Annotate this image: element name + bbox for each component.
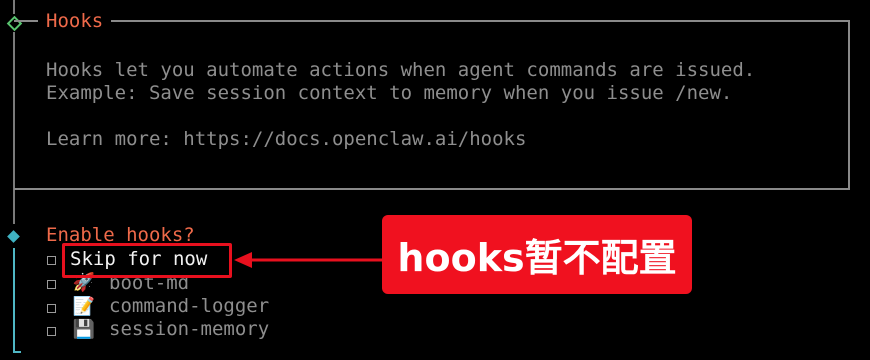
floppy-disk-icon: 💾 — [72, 319, 96, 340]
option-checkbox-command-logger[interactable] — [47, 304, 56, 313]
annotation-callout: hooks暂不配置 — [382, 215, 692, 294]
option-session-memory[interactable]: session-memory — [109, 318, 269, 341]
hooks-panel — [14, 20, 850, 190]
panel-link-line: Learn more: https://docs.openclaw.ai/hoo… — [46, 128, 527, 150]
panel-line-1: Hooks let you automate actions when agen… — [46, 59, 756, 81]
active-step-diamond-icon — [7, 230, 20, 243]
gutter-end-tick — [13, 351, 21, 353]
option-checkbox-session-memory[interactable] — [47, 327, 56, 336]
panel-title: Hooks — [38, 10, 112, 32]
panel-line-2: Example: Save session context to memory … — [46, 82, 733, 104]
option-command-logger[interactable]: command-logger — [109, 295, 269, 318]
option-checkbox-skip[interactable] — [47, 256, 56, 265]
option-checkbox-boot-md[interactable] — [47, 280, 56, 289]
gutter-line-top — [13, 0, 15, 14]
annotation-arrow-icon — [234, 252, 384, 268]
gutter-line-active — [13, 248, 15, 353]
memo-icon: 📝 — [72, 296, 96, 317]
highlight-box — [62, 243, 232, 278]
